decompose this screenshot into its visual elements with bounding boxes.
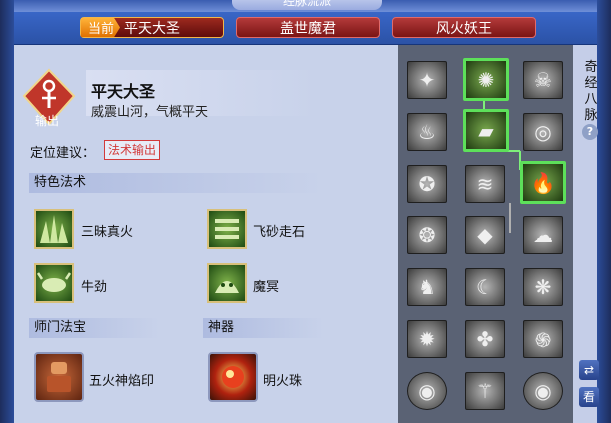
- meridian-node-r0c0[interactable]: ✦: [407, 61, 447, 99]
- qijing-bamai-label: 奇经八脉: [584, 60, 598, 123]
- meridian-node-r6c2[interactable]: ◉: [523, 372, 563, 410]
- meridian-node-r3c0[interactable]: ❂: [407, 216, 447, 254]
- meridian-node-r5c0[interactable]: ✹: [407, 320, 447, 358]
- swap-button[interactable]: ⇄: [579, 360, 599, 380]
- spell-name: 牛劲: [81, 280, 108, 295]
- meridian-node-r6c1[interactable]: ⚚: [465, 372, 505, 410]
- positioning-label: 定位建议：: [30, 146, 96, 161]
- meridian-node-r2c2[interactable]: 🔥: [520, 161, 566, 204]
- meridian-node-r5c2[interactable]: ֍: [523, 320, 563, 358]
- current-tag: 当前: [81, 18, 121, 37]
- runner-icon: ✦: [418, 68, 436, 92]
- stone-slab-icon: ▰: [478, 118, 494, 143]
- wheel-icon: ❂: [418, 223, 436, 247]
- school-motto: 威震山河，气概平天: [91, 105, 209, 120]
- spiral-icon: ֍: [534, 327, 552, 352]
- swirl-icon: ◎: [534, 120, 552, 144]
- crane-icon: ✺: [477, 67, 495, 92]
- tab-label: 平天大圣: [124, 20, 181, 37]
- meridian-node-r1c2[interactable]: ◎: [523, 113, 563, 151]
- artifact-header: 神器: [203, 318, 324, 338]
- meridian-node-r0c1[interactable]: ✺: [463, 58, 509, 101]
- rock-icon: ◆: [477, 223, 493, 247]
- bull-icon[interactable]: [34, 263, 74, 303]
- tab-label: 风火妖王: [436, 20, 492, 37]
- view-button[interactable]: 看: [579, 387, 599, 407]
- fire-pearl-icon[interactable]: [208, 352, 258, 402]
- treasure-header: 师门法宝: [29, 318, 160, 338]
- tab-pingtian[interactable]: 当前 平天大圣: [80, 17, 224, 38]
- flame-tower-icon[interactable]: [34, 209, 74, 249]
- window-right-edge: [597, 0, 611, 423]
- meridian-node-r2c1[interactable]: ≋: [465, 165, 505, 203]
- spell-name: 飞砂走石: [253, 225, 306, 240]
- dragon-face-icon: ✤: [476, 327, 494, 351]
- treasure-name: 五火神焰印: [89, 374, 155, 389]
- spell-name: 魔冥: [253, 280, 280, 295]
- meridian-node-r4c1[interactable]: ☾: [465, 268, 505, 306]
- logs-icon: ≋: [476, 172, 494, 196]
- orb-icon: ◉: [534, 379, 552, 403]
- positioning-badge: 法术输出: [104, 140, 161, 160]
- cloud-icon: ☁: [533, 223, 553, 247]
- demon-icon[interactable]: [207, 263, 247, 303]
- sand-stone-icon[interactable]: [207, 209, 247, 249]
- meridian-node-r1c0[interactable]: ♨: [407, 113, 447, 151]
- green-flame-icon: 🔥: [530, 170, 556, 195]
- meridian-node-r6c0[interactable]: ◉: [407, 372, 447, 410]
- fire-icon: ♨: [418, 120, 436, 144]
- output-emblem-icon: 输出: [22, 68, 76, 128]
- tab-label: 盖世魔君: [280, 20, 336, 37]
- emblem-text: 输出: [35, 114, 60, 128]
- window-left-edge: [0, 0, 14, 423]
- help-icon[interactable]: ?: [582, 124, 598, 140]
- moon-icon: ☾: [476, 275, 494, 299]
- fire-ring-icon: ✹: [418, 327, 436, 351]
- claw-icon: ⚚: [476, 379, 494, 403]
- blaze-icon: ❋: [534, 275, 552, 299]
- meridian-node-r3c1[interactable]: ◆: [465, 216, 505, 254]
- meridian-node-r4c2[interactable]: ❋: [523, 268, 563, 306]
- window-title: 经脉流派: [232, 0, 382, 10]
- pentagram-icon: ✪: [418, 172, 436, 196]
- special-spells-header: 特色法术: [29, 173, 324, 193]
- artifact-name: 明火珠: [263, 374, 303, 389]
- tab-fenghuo[interactable]: 风火妖王: [392, 17, 536, 38]
- spiral-orb-icon: ◉: [418, 379, 436, 403]
- meridian-node-r1c1[interactable]: ▰: [463, 109, 509, 152]
- meridian-node-r2c0[interactable]: ✪: [407, 165, 447, 203]
- seal-icon[interactable]: [34, 352, 84, 402]
- beast-icon: ♞: [418, 275, 436, 299]
- tab-gaishi[interactable]: 盖世魔君: [236, 17, 380, 38]
- meridian-node-r4c0[interactable]: ♞: [407, 268, 447, 306]
- meridian-node-r0c2[interactable]: ☠: [523, 61, 563, 99]
- meridian-node-r5c1[interactable]: ✤: [465, 320, 505, 358]
- spell-name: 三昧真火: [81, 225, 134, 240]
- meridian-node-r3c2[interactable]: ☁: [523, 216, 563, 254]
- demon-mask-icon: ☠: [534, 68, 552, 92]
- school-name: 平天大圣: [91, 82, 156, 101]
